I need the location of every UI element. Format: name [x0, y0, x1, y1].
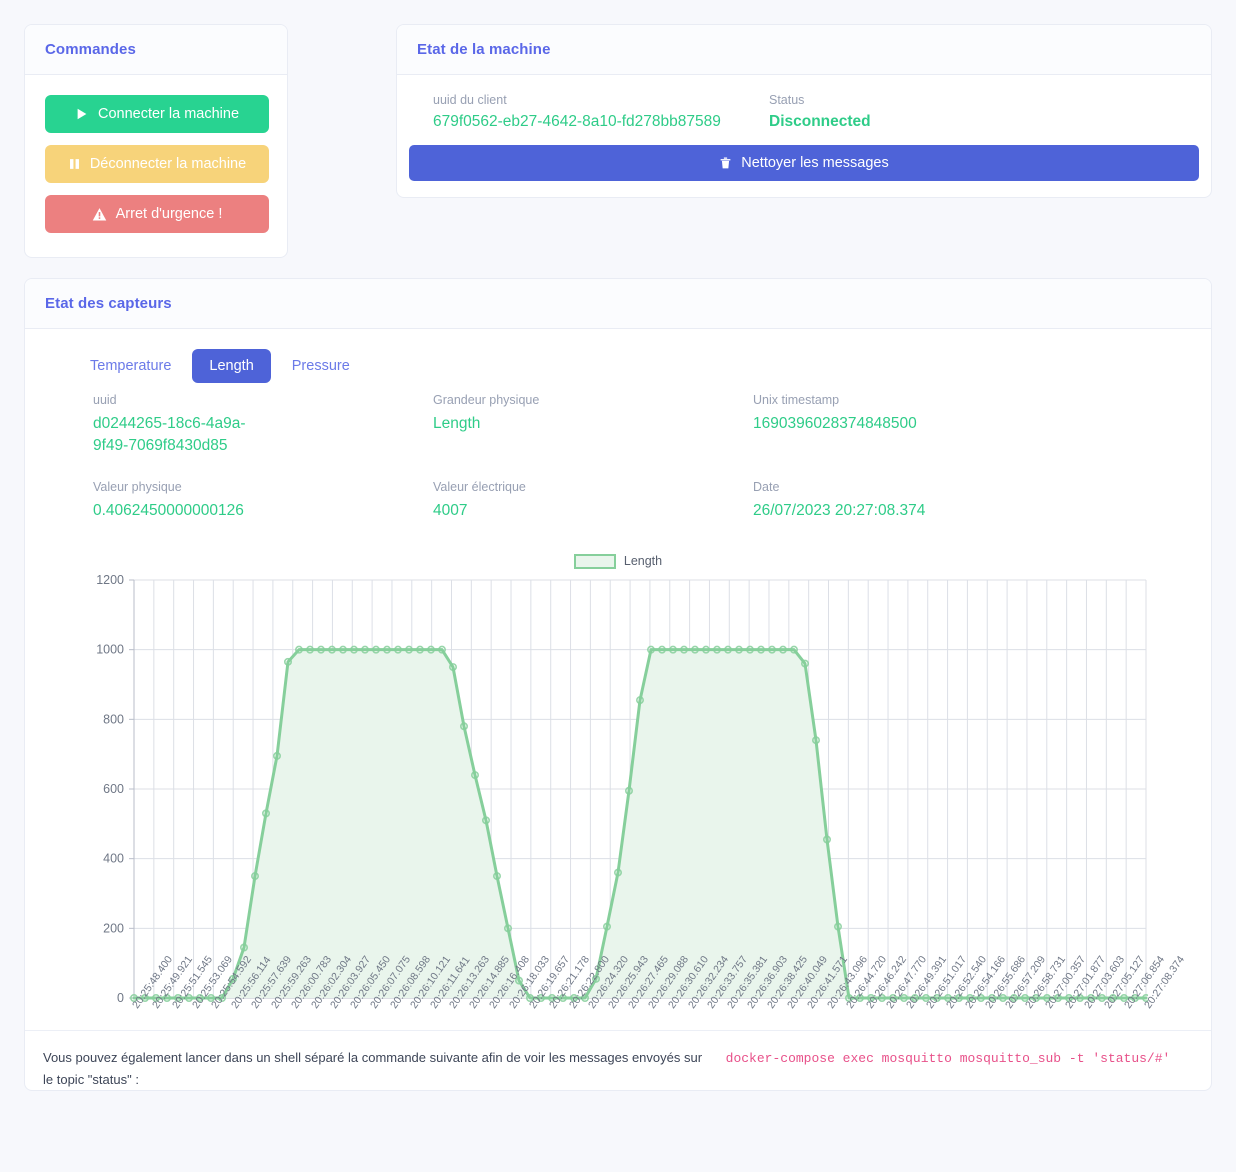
client-uuid-label: uuid du client [433, 93, 507, 107]
footer-note-command: docker-compose exec mosquitto mosquitto_… [725, 1051, 1171, 1067]
svg-text:400: 400 [103, 852, 124, 866]
machine-state-card-title: Etat de la machine [397, 25, 1211, 75]
physical-quantity-value: Length [433, 415, 481, 432]
pause-icon [68, 157, 81, 171]
chart-x-axis-labels: 20:25:48.400 20:25:49.921 20:25:51.545 20:2… [88, 954, 1187, 1030]
svg-text:0: 0 [117, 991, 124, 1004]
unix-timestamp-field: Unix timestamp 1690396028374848500 [753, 393, 1191, 480]
physical-quantity-label: Grandeur physique [433, 393, 540, 407]
sensors-card: Etat des capteurs Temperature Length Pre… [24, 278, 1212, 1092]
client-uuid-value: 679f0562-eb27-4642-8a10-fd278bb87589 [433, 113, 721, 130]
svg-text:800: 800 [103, 713, 124, 727]
disconnect-machine-label: Déconnecter la machine [89, 156, 247, 172]
sensor-fields-grid: uuid d0244265-18c6-4a9a-9f49-7069f8430d8… [45, 393, 1191, 544]
clean-messages-button[interactable]: Nettoyer les messages [409, 145, 1199, 181]
electric-value-value: 4007 [433, 501, 468, 519]
machine-state-card: Etat de la machine uuid du client 679f05… [396, 24, 1212, 198]
warning-icon [92, 207, 107, 222]
disconnect-machine-button[interactable]: Déconnecter la machine [45, 145, 269, 183]
chart-plot-area: 0 200 400 600 800 1000 1200 [96, 574, 1148, 1004]
svg-text:200: 200 [103, 922, 124, 936]
date-value: 26/07/2023 20:27:08.374 [753, 501, 926, 519]
svg-text:1000: 1000 [96, 643, 124, 657]
emergency-stop-label: Arret d'urgence ! [115, 206, 223, 222]
physical-quantity-field: Grandeur physique Length [433, 393, 753, 480]
footer-note-text: Vous pouvez également lancer dans un she… [43, 1050, 703, 1087]
machine-state-card-body: uuid du client 679f0562-eb27-4642-8a10-f… [397, 75, 1211, 197]
connect-machine-label: Connecter la machine [97, 106, 240, 122]
dashboard-page: Commandes Connecter la machine Déconnect… [0, 0, 1236, 1115]
clean-messages-label: Nettoyer les messages [741, 155, 889, 171]
sensor-tabs: Temperature Length Pressure [45, 349, 1191, 383]
machine-status-label: Status [769, 93, 805, 107]
footer-note: Vous pouvez également lancer dans un she… [25, 1030, 1211, 1087]
unix-timestamp-label: Unix timestamp [753, 393, 840, 407]
unix-timestamp-value: 1690396028374848500 [753, 415, 917, 432]
date-label: Date [753, 479, 780, 494]
tab-temperature[interactable]: Temperature [73, 349, 188, 383]
commands-card-body: Connecter la machine Déconnecter la mach… [25, 75, 287, 257]
machine-status-field: Status Disconnected [757, 93, 871, 131]
sensor-uuid-field: uuid d0244265-18c6-4a9a-9f49-7069f8430d8… [93, 393, 433, 480]
chart-legend: Length [88, 550, 1148, 572]
legend-label-length: Length [623, 554, 663, 569]
sensors-card-body: Temperature Length Pressure uuid d024426… [25, 329, 1211, 1030]
status-badge: Disconnected [769, 113, 871, 130]
electric-value-label: Valeur électrique [433, 479, 526, 494]
sensor-uuid-value: d0244265-18c6-4a9a-9f49-7069f8430d85 [93, 415, 246, 455]
connect-machine-button[interactable]: Connecter la machine [45, 95, 269, 133]
svg-text:600: 600 [103, 782, 124, 796]
physical-value-field: Valeur physique 0.4062450000000126 [93, 480, 433, 544]
svg-text:1200: 1200 [96, 574, 124, 587]
tab-pressure[interactable]: Pressure [275, 349, 367, 383]
machine-fields-row: uuid du client 679f0562-eb27-4642-8a10-f… [409, 93, 1199, 143]
sensor-uuid-label: uuid [93, 393, 117, 407]
client-uuid-field: uuid du client 679f0562-eb27-4642-8a10-f… [409, 93, 757, 131]
physical-value-label: Valeur physique [93, 479, 182, 494]
date-field: Date 26/07/2023 20:27:08.374 [753, 480, 1191, 544]
sensor-chart: Length 0 200 400 600 800 1000 1200 20:25:48.40… [88, 550, 1187, 1030]
legend-swatch-length [573, 553, 616, 569]
play-icon [75, 107, 89, 121]
tab-length[interactable]: Length [192, 349, 271, 383]
sensors-card-title: Etat des capteurs [25, 279, 1211, 329]
physical-value-value: 0.4062450000000126 [93, 501, 244, 519]
electric-value-field: Valeur électrique 4007 [433, 480, 753, 544]
commands-card-title: Commandes [25, 25, 287, 75]
trash-icon [719, 156, 732, 170]
emergency-stop-button[interactable]: Arret d'urgence ! [45, 195, 269, 233]
commands-card: Commandes Connecter la machine Déconnect… [24, 24, 288, 258]
top-row: Commandes Connecter la machine Déconnect… [24, 24, 1212, 258]
